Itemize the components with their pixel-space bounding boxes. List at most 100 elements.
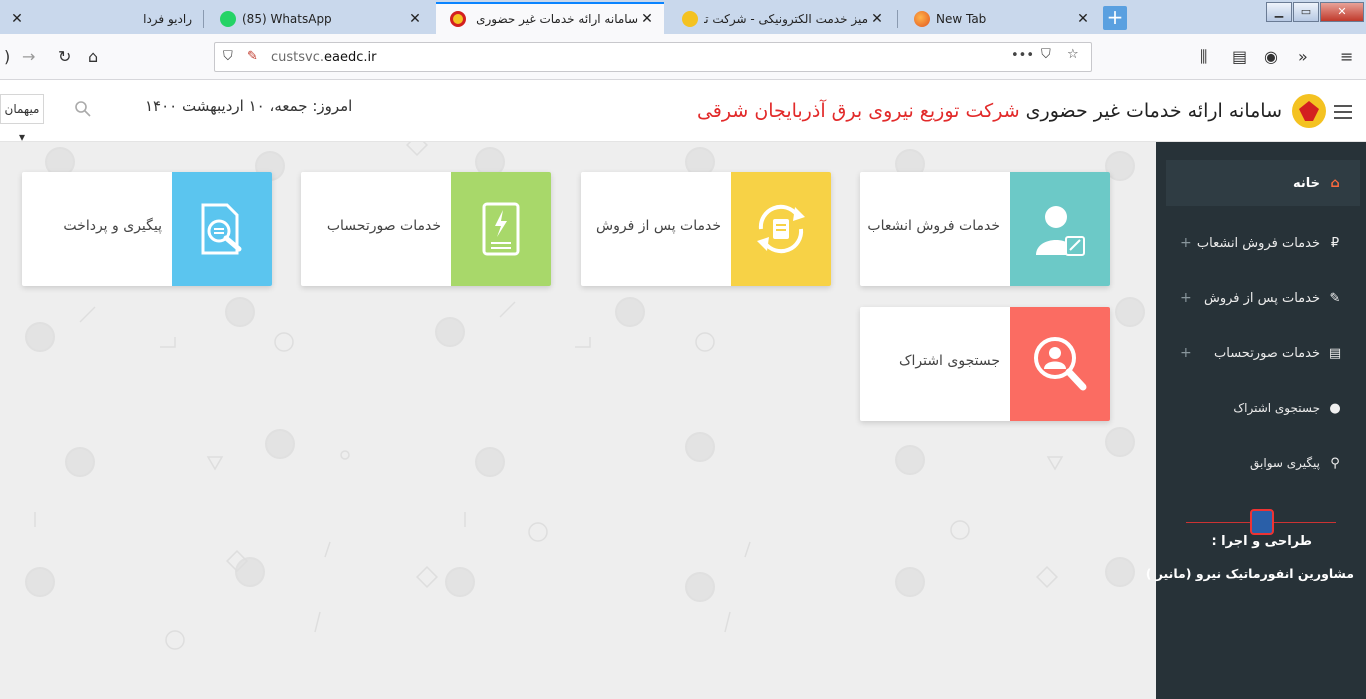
overflow-chevron-icon[interactable]: »	[1298, 48, 1308, 66]
card-label: خدمات فروش انشعاب	[867, 218, 1000, 234]
tab-title: New Tab	[936, 12, 987, 26]
sidebar-item-home[interactable]: ⌂ خانه	[1166, 160, 1360, 206]
credit-company: مشاورین انفورماتیک نیرو (مانیر )	[1145, 566, 1354, 581]
date-display: امروز: جمعه، ۱۰ اردیبهشت ۱۴۰۰	[145, 97, 353, 115]
maximize-button[interactable]: ▭	[1293, 2, 1319, 22]
back-arrow-icon[interactable]: )	[4, 48, 10, 66]
sidebar-toggle-icon[interactable]: ▤	[1232, 48, 1247, 66]
guest-user-dropdown[interactable]: میهمان ▾	[0, 94, 44, 144]
sidebar-item-label: خدمات صورتحساب	[1214, 345, 1320, 361]
browser-tab-strip: رادیو فردا ✕ (85) WhatsApp ✕ ✕ سامانه ار…	[0, 0, 1366, 34]
address-bar[interactable]: ⛉ ✎ custsvc.eaedc.ir ••• ⛉ ☆	[214, 42, 1092, 72]
close-tab-icon[interactable]: ✕	[638, 11, 656, 27]
card-icon-panel	[1010, 172, 1110, 286]
credit-title: طراحی و اجرا :	[1211, 534, 1312, 549]
user-document-icon	[1036, 206, 1085, 256]
card-subscription-search[interactable]: جستجوی اشتراک	[860, 307, 1110, 421]
sidebar-item-label: پیگیری سوابق	[1250, 456, 1320, 470]
expand-plus-icon[interactable]: +	[1180, 345, 1192, 361]
card-billing[interactable]: خدمات صورتحساب	[301, 172, 551, 286]
page-actions-icon[interactable]: •••	[1011, 48, 1034, 63]
tab-title: (85) WhatsApp	[242, 12, 332, 26]
developer-logo	[1250, 509, 1274, 535]
card-connection-sales[interactable]: خدمات فروش انشعاب	[860, 172, 1110, 286]
tab-title: میز خدمت الکترونیکی - شرکت توزیع	[704, 12, 868, 26]
search-icon: ⚲	[1330, 455, 1340, 471]
new-tab-button[interactable]: +	[1103, 6, 1127, 30]
bookmark-star-icon[interactable]: ☆	[1067, 47, 1079, 62]
card-icon-panel	[451, 172, 551, 286]
firefox-icon	[914, 11, 930, 27]
card-tracking-payment[interactable]: پیگیری و پرداخت	[22, 172, 272, 286]
card-icon-panel	[731, 172, 831, 286]
navigation-bar: ) → ↻ ⌂ ⛉ ✎ custsvc.eaedc.ir ••• ⛉ ☆ ⫼ ▤…	[0, 34, 1366, 80]
page-title: سامانه ارائه خدمات غیر حضوری شرکت توزیع …	[697, 100, 1282, 122]
insecure-lock-icon[interactable]: ✎	[247, 49, 258, 64]
tab-title: رادیو فردا	[143, 12, 192, 26]
hamburger-menu-icon[interactable]	[1334, 105, 1352, 123]
sidebar-item-label: خدمات فروش انشعاب	[1196, 235, 1320, 251]
after-sales-cycle-icon	[757, 204, 805, 254]
edit-icon: ✎	[1329, 290, 1341, 306]
tab-divider	[897, 10, 898, 28]
reload-icon[interactable]: ↻	[58, 48, 71, 66]
library-icon[interactable]: ⫼	[1200, 48, 1207, 66]
tab-whatsapp[interactable]: (85) WhatsApp ✕	[206, 4, 432, 34]
search-document-icon	[201, 203, 242, 255]
card-after-sales[interactable]: خدمات پس از فروش	[581, 172, 831, 286]
forward-arrow-icon[interactable]: →	[22, 48, 35, 66]
tab-divider	[203, 10, 204, 28]
site-logo	[1292, 94, 1326, 128]
menu-icon[interactable]: ≡	[1340, 48, 1353, 66]
sidebar-item-label: جستجوی اشتراک	[1233, 401, 1320, 415]
close-tab-icon[interactable]: ✕	[1074, 11, 1092, 27]
sidebar-item-label: خانه	[1292, 175, 1320, 191]
sidebar-item-subscription-search[interactable]: ● جستجوی اشتراک	[1166, 385, 1360, 431]
whatsapp-icon	[220, 11, 236, 27]
guest-label: میهمان	[4, 102, 40, 116]
tab-title: سامانه ارائه خدمات غیر حضوری	[476, 12, 638, 26]
card-icon-panel	[172, 172, 272, 286]
shield-icon[interactable]: ⛉	[223, 49, 233, 64]
minimize-button[interactable]: ▁	[1266, 2, 1292, 22]
title-company: شرکت توزیع نیروی برق آذربایجان شرقی	[696, 100, 1020, 122]
sidebar: ⌂ خانه ₽ خدمات فروش انشعاب + ✎ خدمات پس …	[1146, 142, 1366, 699]
bill-icon	[482, 202, 520, 256]
home-icon: ⌂	[1330, 175, 1340, 191]
home-icon[interactable]: ⌂	[88, 48, 98, 66]
card-label: خدمات صورتحساب	[326, 218, 441, 234]
sidebar-item-billing[interactable]: ▤ خدمات صورتحساب +	[1166, 330, 1360, 376]
close-window-button[interactable]: ✕	[1320, 2, 1364, 22]
site-header: سامانه ارائه خدمات غیر حضوری شرکت توزیع …	[0, 80, 1366, 144]
expand-plus-icon[interactable]: +	[1180, 290, 1192, 306]
card-label: پیگیری و پرداخت	[63, 218, 162, 234]
sidebar-item-label: خدمات پس از فروش	[1203, 290, 1320, 306]
user-icon: ●	[1329, 400, 1341, 416]
close-tab-icon[interactable]: ✕	[8, 11, 26, 27]
list-icon: ▤	[1328, 345, 1342, 361]
site-favicon-icon	[682, 11, 698, 27]
url-text[interactable]: custsvc.eaedc.ir	[271, 50, 376, 65]
plug-icon: ₽	[1330, 235, 1340, 251]
card-label: جستجوی اشتراک	[898, 353, 1000, 369]
tab-radio-farda[interactable]: رادیو فردا ✕	[0, 4, 200, 34]
title-main: سامانه ارائه خدمات غیر حضوری	[1025, 100, 1282, 122]
tab-eservice-desk[interactable]: ✕ میز خدمت الکترونیکی - شرکت توزیع	[668, 4, 894, 34]
account-icon[interactable]: ◉	[1264, 48, 1278, 66]
expand-plus-icon[interactable]: +	[1180, 235, 1192, 251]
sidebar-item-connection-sales[interactable]: ₽ خدمات فروش انشعاب +	[1166, 220, 1360, 266]
tab-current-site[interactable]: ✕ سامانه ارائه خدمات غیر حضوری	[436, 2, 664, 34]
search-user-icon	[1034, 337, 1087, 391]
tab-new-tab[interactable]: New Tab ✕	[900, 4, 1100, 34]
close-tab-icon[interactable]: ✕	[868, 11, 886, 27]
sidebar-item-history-tracking[interactable]: ⚲ پیگیری سوابق	[1166, 440, 1360, 486]
main-content: خدمات فروش انشعاب خدمات پس از فروش خدمات…	[0, 142, 1156, 699]
search-icon[interactable]	[74, 100, 92, 118]
pocket-icon[interactable]: ⛉	[1041, 47, 1051, 62]
card-label: خدمات پس از فروش	[596, 218, 721, 234]
url-prefix: custsvc.	[271, 50, 325, 65]
sidebar-item-after-sales[interactable]: ✎ خدمات پس از فروش +	[1166, 275, 1360, 321]
close-tab-icon[interactable]: ✕	[406, 11, 424, 27]
url-domain: eaedc.ir	[324, 50, 377, 65]
card-icon-panel	[1010, 307, 1110, 421]
